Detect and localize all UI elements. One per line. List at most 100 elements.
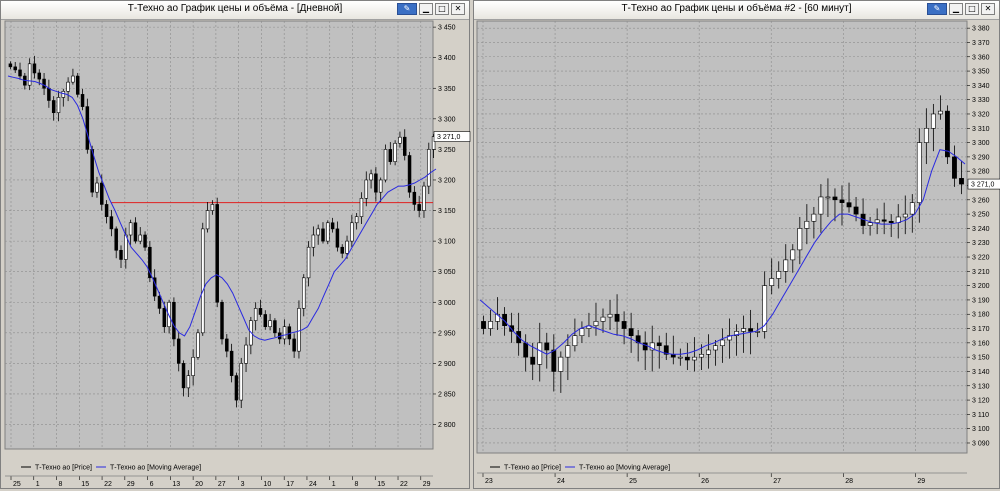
y-tick-label: 3 100 bbox=[972, 426, 990, 433]
candle-body bbox=[783, 259, 789, 272]
candle-body bbox=[776, 271, 782, 279]
y-tick-label: 3 170 bbox=[972, 326, 990, 333]
candle-body bbox=[239, 363, 243, 401]
y-tick-label: 3 260 bbox=[972, 197, 990, 204]
hourly-price-chart[interactable]: 3 380 3 370 3 360 3 350 3 340 3 330 3 320 3 310… bbox=[474, 1, 1000, 490]
candle-body bbox=[143, 234, 147, 248]
candle-body bbox=[128, 222, 133, 236]
y-tick-label: 3 360 bbox=[972, 54, 990, 61]
y-tick-label: 2 850 bbox=[438, 391, 456, 398]
candle-body bbox=[621, 321, 627, 329]
x-tick-label: 22 bbox=[104, 481, 112, 488]
x-tick-label: 24 bbox=[309, 481, 317, 488]
y-tick-label: 3 290 bbox=[972, 154, 990, 161]
candle-body bbox=[699, 353, 704, 358]
y-tick-label: 3 190 bbox=[972, 297, 990, 304]
candle-body bbox=[691, 356, 697, 361]
x-tick-label: 25 bbox=[629, 478, 637, 485]
y-tick-label: 3 150 bbox=[972, 355, 990, 362]
candle-body bbox=[302, 277, 306, 309]
x-tick-label: 25 bbox=[13, 481, 21, 488]
candle-body bbox=[292, 338, 296, 352]
y-tick-label: 3 300 bbox=[438, 116, 456, 123]
candle-body bbox=[937, 110, 943, 115]
candle-body bbox=[196, 332, 200, 358]
y-tick-label: 2 950 bbox=[438, 330, 456, 337]
candle-body bbox=[210, 204, 215, 211]
candle-body bbox=[874, 219, 880, 223]
legend-price-label: Т-Техно ао [Price] bbox=[35, 465, 92, 472]
x-tick-label: 23 bbox=[485, 478, 493, 485]
candle-body bbox=[205, 210, 210, 230]
candle-body bbox=[244, 344, 248, 364]
y-tick-label: 3 300 bbox=[972, 140, 990, 147]
candle-body bbox=[558, 356, 564, 372]
candle-body bbox=[959, 178, 964, 185]
candle-body bbox=[551, 349, 557, 372]
y-tick-label: 3 130 bbox=[972, 383, 990, 390]
candle-body bbox=[61, 91, 66, 98]
candle-body bbox=[95, 182, 99, 193]
candle-body bbox=[607, 313, 613, 318]
daily-chart-window[interactable]: Т-Техно ао График цены и объёма - [Дневн… bbox=[0, 0, 471, 490]
candle-body bbox=[321, 228, 325, 242]
candle-body bbox=[537, 342, 543, 365]
candle-body bbox=[32, 63, 37, 74]
candle-body bbox=[186, 375, 191, 389]
y-tick-label: 2 900 bbox=[438, 361, 456, 368]
candle-body bbox=[8, 63, 13, 68]
y-tick-label: 3 100 bbox=[438, 239, 456, 246]
candle-body bbox=[741, 328, 746, 332]
x-tick-label: 3 bbox=[241, 481, 245, 488]
y-tick-label: 3 450 bbox=[438, 25, 456, 32]
daily-price-chart[interactable]: 3 450 3 400 3 350 3 300 3 250 3 200 3 150 3 100… bbox=[1, 1, 471, 490]
hourly-chart-window[interactable]: Т-Техно ао График цены и объёма #2 - [60… bbox=[473, 0, 1000, 489]
candle-body bbox=[42, 78, 46, 89]
x-tick-label: 15 bbox=[377, 481, 385, 488]
candle-body bbox=[720, 339, 725, 347]
candle-body bbox=[119, 249, 123, 260]
candle-body bbox=[530, 356, 536, 365]
y-tick-label: 3 380 bbox=[972, 26, 990, 33]
x-tick-label: 8 bbox=[354, 481, 358, 488]
candle-body bbox=[359, 198, 364, 217]
candle-body bbox=[340, 246, 344, 254]
candle-body bbox=[614, 313, 620, 322]
y-tick-label: 3 350 bbox=[972, 69, 990, 76]
candle-body bbox=[600, 316, 606, 322]
candle-body bbox=[952, 156, 957, 179]
x-tick-label: 20 bbox=[195, 481, 203, 488]
candle-body bbox=[402, 136, 407, 156]
candle-body bbox=[832, 196, 838, 201]
candle-body bbox=[811, 213, 817, 222]
candle-body bbox=[80, 94, 85, 107]
candle-body bbox=[37, 72, 42, 80]
y-tick-label: 3 320 bbox=[972, 111, 990, 118]
y-tick-label: 2 800 bbox=[438, 422, 456, 429]
candle-body bbox=[56, 97, 61, 114]
candle-body bbox=[642, 342, 648, 351]
x-tick-label: 1 bbox=[332, 481, 336, 488]
candle-body bbox=[481, 321, 486, 329]
candle-body bbox=[846, 202, 852, 208]
candle-body bbox=[713, 345, 718, 351]
candle-body bbox=[181, 363, 186, 389]
x-tick-label: 27 bbox=[773, 478, 781, 485]
legend-ma-label: Т-Техно ао [Moving Average] bbox=[110, 465, 201, 472]
candle-body bbox=[90, 149, 94, 193]
candle-body bbox=[345, 240, 349, 254]
candle-body bbox=[881, 219, 887, 222]
candle-body bbox=[109, 216, 114, 230]
x-tick-label: 1 bbox=[36, 481, 40, 488]
candle-body bbox=[263, 314, 268, 328]
candle-body bbox=[398, 136, 402, 144]
candle-body bbox=[191, 356, 195, 376]
candle-body bbox=[66, 81, 70, 92]
candle-body bbox=[916, 142, 922, 203]
y-tick-label: 3 180 bbox=[972, 312, 990, 319]
candle-body bbox=[790, 249, 796, 261]
y-tick-label: 3 220 bbox=[972, 255, 990, 262]
x-tick-label: 22 bbox=[400, 481, 408, 488]
candle-body bbox=[220, 301, 224, 340]
candle-body bbox=[593, 321, 599, 326]
